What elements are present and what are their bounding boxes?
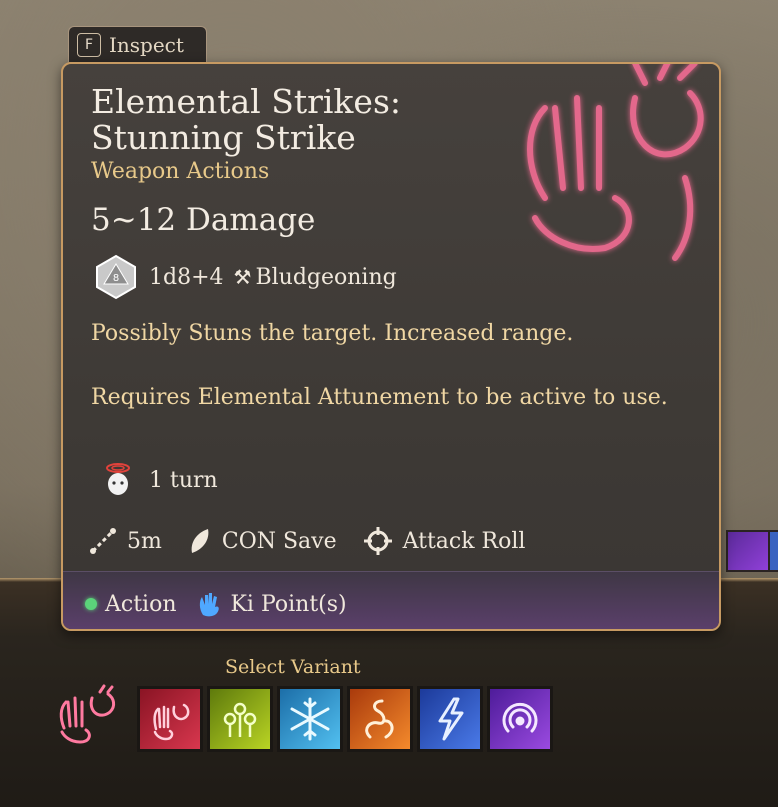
action-cost: Action	[105, 591, 177, 617]
stunned-condition-icon	[106, 463, 130, 495]
spell-description: Possibly Stuns the target. Increased ran…	[91, 321, 574, 346]
spell-title-line1: Elemental Strikes:	[91, 82, 402, 121]
spell-requirement: Requires Elemental Attunement to be acti…	[91, 385, 668, 410]
d8-dice-icon: 8	[96, 254, 136, 300]
fire-swirl-icon	[365, 699, 394, 739]
attack-value: Attack Roll	[402, 528, 526, 554]
spell-category: Weapon Actions	[91, 159, 270, 184]
snowflake-icon	[290, 697, 330, 741]
dice-formula: 1d8+4	[149, 264, 224, 290]
hotbar-edge-icon[interactable]	[768, 530, 778, 572]
attack-stat: Attack Roll	[363, 526, 526, 556]
lightning-icon	[438, 697, 464, 741]
inspect-key: F	[77, 32, 101, 57]
damage-type: Bludgeoning	[255, 264, 397, 290]
ki-point-icon	[199, 593, 219, 617]
current-variant-glyph-icon	[59, 684, 116, 744]
ki-cost: Ki Point(s)	[230, 591, 347, 617]
variant-frost[interactable]	[277, 686, 343, 752]
inspect-tab[interactable]: F Inspect	[68, 26, 207, 62]
svg-text:8: 8	[113, 273, 119, 284]
inspect-label: Inspect	[109, 32, 184, 57]
spell-title: Elemental Strikes: Stunning Strike	[91, 84, 401, 156]
poison-cloud-icon	[223, 702, 257, 737]
stunning-strike-hand-icon	[153, 703, 190, 741]
variant-bar	[137, 686, 553, 752]
variant-lightning[interactable]	[417, 686, 483, 752]
range-value: 5m	[127, 528, 162, 554]
select-variant-label: Select Variant	[225, 656, 361, 678]
damage-range: 5~12 Damage	[91, 202, 316, 238]
save-stat: CON Save	[188, 527, 337, 555]
dice-row: 8 1d8+4 ⚒ Bludgeoning	[93, 254, 397, 300]
saving-throw-icon	[191, 529, 209, 553]
range-stat: 5m	[89, 527, 162, 555]
variant-stunning-strike[interactable]	[137, 686, 203, 752]
stunning-strike-glyph-icon	[527, 64, 704, 261]
crosshair-icon	[363, 527, 392, 555]
save-value: CON Save	[221, 528, 337, 554]
spell-tooltip: Elemental Strikes: Stunning Strike Weapo…	[61, 62, 721, 631]
cost-row: Action Ki Point(s)	[85, 591, 347, 617]
duration-value: 1 turn	[149, 467, 218, 493]
variant-thunder[interactable]	[487, 686, 553, 752]
duration-row: 1 turn	[105, 462, 218, 498]
hammer-icon: ⚒	[233, 265, 252, 289]
variant-fire[interactable]	[347, 686, 413, 752]
spell-title-line2: Stunning Strike	[91, 118, 356, 157]
thunder-wave-icon	[502, 702, 538, 733]
stats-row: 5m CON Save Attack Roll	[89, 526, 551, 556]
hotbar-thunder-icon[interactable]	[726, 530, 770, 572]
variant-poison[interactable]	[207, 686, 273, 752]
action-resource-icon	[85, 598, 97, 610]
range-icon	[90, 528, 116, 554]
